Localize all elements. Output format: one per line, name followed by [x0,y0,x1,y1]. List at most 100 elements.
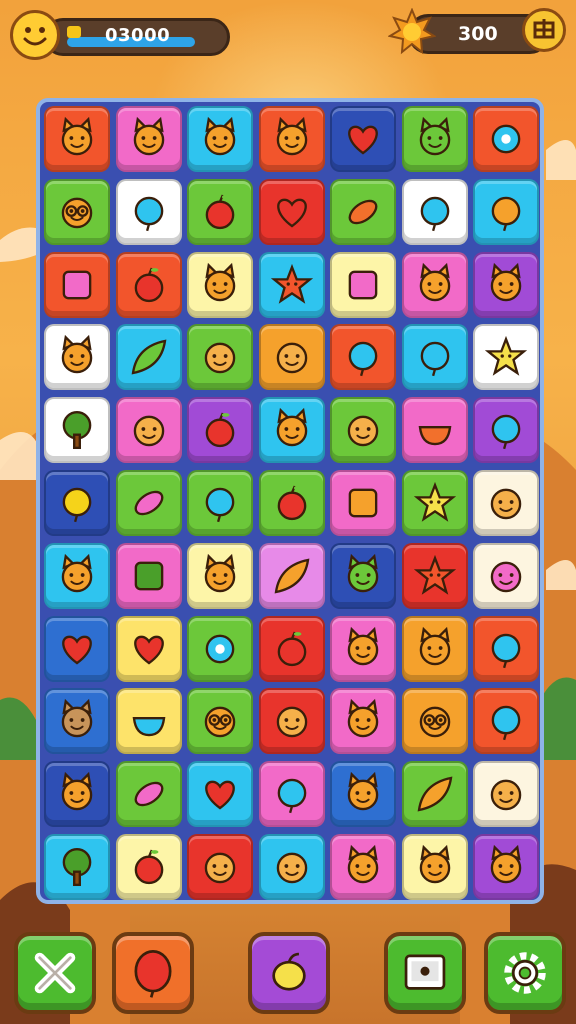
balloon-icon [277,778,306,814]
smiley-face-icon[interactable] [10,10,60,60]
tile-pencil[interactable] [258,542,325,609]
lemon-button[interactable] [248,932,330,1014]
tile-tree[interactable] [44,834,110,900]
tile-face[interactable] [330,397,396,464]
coins-panel: 300 [388,6,568,56]
cat-face-icon [419,844,450,884]
balloon-icon [491,414,521,450]
picture-icon [404,954,446,990]
tile-star-face[interactable] [473,324,539,391]
cup-icon [418,426,451,446]
tile-bean[interactable] [115,470,182,536]
tile-cat-face[interactable] [44,106,110,172]
score-badge [67,26,81,38]
balloon-button[interactable] [112,932,194,1014]
game-board [36,98,544,904]
tile-flower[interactable] [187,615,253,682]
tile-face[interactable] [258,324,325,391]
tile-orange[interactable] [473,178,539,245]
tile-heart[interactable] [330,106,396,172]
tile-apple[interactable] [115,834,182,900]
tile-bowl[interactable] [115,688,182,755]
tile-square[interactable] [330,251,396,318]
tile-cat-face[interactable] [258,397,325,464]
tile-cat-face[interactable] [187,106,253,172]
tile-face[interactable] [187,834,253,900]
tile-pencil[interactable] [401,761,468,828]
tile-cat-face[interactable] [44,324,110,391]
tile-apple[interactable] [115,251,182,318]
tile-leaf[interactable] [115,324,182,391]
tile-face-glasses[interactable] [44,178,110,245]
tile-frog-face[interactable] [401,106,468,172]
tile-heart[interactable] [258,178,325,245]
pinwheel-icon [491,124,521,154]
settings-button[interactable] [484,932,566,1014]
tile-bird[interactable] [187,470,253,536]
album-button[interactable] [384,932,466,1014]
tile-drumstick[interactable] [330,178,396,245]
tile-cat-face[interactable] [330,761,396,828]
tile-cat-face[interactable] [330,834,396,900]
tile-face-glasses[interactable] [401,688,468,755]
tile-bean[interactable] [115,761,182,828]
tile-seven[interactable] [44,251,110,318]
tile-cat-face[interactable] [401,834,468,900]
tile-dog-face[interactable] [44,688,110,755]
tile-cat-face[interactable] [44,542,110,609]
tile-face[interactable] [258,688,325,755]
tile-cat-face[interactable] [44,761,110,828]
tile-face[interactable] [473,761,539,828]
tile-cat-face[interactable] [330,688,396,755]
tile-tree[interactable] [44,397,110,464]
face-glasses-icon [204,707,236,738]
tile-bird[interactable] [115,178,182,245]
tile-face[interactable] [473,470,539,536]
tile-balloon[interactable] [473,615,539,682]
tile-drop-face[interactable] [473,542,539,609]
tile-strawberry[interactable] [258,470,325,536]
tile-bird[interactable] [330,324,396,391]
tile-lemon[interactable] [44,470,110,536]
tile-face-glasses[interactable] [187,688,253,755]
shop-button[interactable] [522,8,566,52]
tile-letter-r[interactable] [115,542,182,609]
gear-icon [504,952,546,994]
tile-face[interactable] [187,324,253,391]
tile-cat-face[interactable] [473,251,539,318]
tile-star[interactable] [258,251,325,318]
tile-pinwheel[interactable] [473,106,539,172]
tile-heart[interactable] [44,615,110,682]
tile-cup[interactable] [401,397,468,464]
tile-cat-face[interactable] [401,251,468,318]
tile-balloon[interactable] [258,761,325,828]
tile-cat-face[interactable] [187,542,253,609]
tile-bear-face[interactable] [401,615,468,682]
tile-cat-face[interactable] [330,615,396,682]
tile-bird[interactable] [473,688,539,755]
tile-cat-face[interactable] [473,834,539,900]
tile-star[interactable] [401,542,468,609]
tile-face[interactable] [115,397,182,464]
tile-frog-face[interactable] [330,542,396,609]
tile-balloon[interactable] [401,178,468,245]
tile-apple[interactable] [187,397,253,464]
star-icon [413,554,456,595]
heart-icon [62,635,92,665]
apple-icon [205,412,235,448]
tile-apple[interactable] [258,615,325,682]
close-button[interactable] [14,932,96,1014]
tile-cat-face[interactable] [187,251,253,318]
tile-cat-face[interactable] [115,106,182,172]
tile-cat-face[interactable] [258,106,325,172]
star-icon [270,263,313,304]
tile-heart[interactable] [115,615,182,682]
tile-face[interactable] [258,834,325,900]
tile-star-face[interactable] [401,470,468,536]
tile-balloon[interactable] [401,324,468,391]
flower-icon [205,634,235,663]
tile-balloon[interactable] [473,397,539,464]
tile-apple[interactable] [187,178,253,245]
tile-heart[interactable] [187,761,253,828]
tile-block[interactable] [330,470,396,536]
